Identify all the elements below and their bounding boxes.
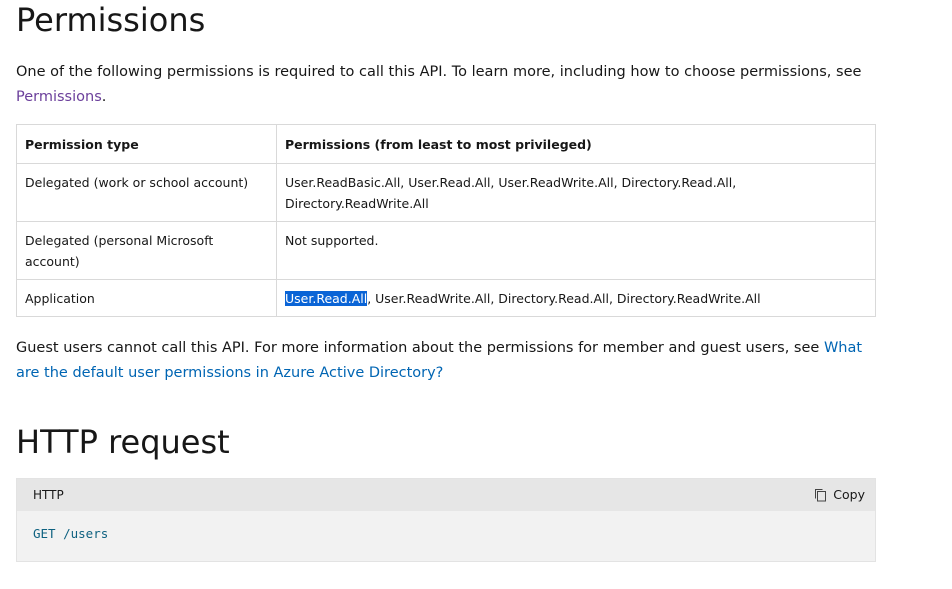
copy-label: Copy [833,487,865,502]
guest-note: Guest users cannot call this API. For mo… [16,336,876,386]
code-language: HTTP [33,488,64,502]
table-row: Application User.Read.All, User.ReadWrit… [16,279,876,317]
intro-end: . [101,89,107,105]
code-block: HTTP Copy GET /users [16,478,876,562]
row-permissions: User.Read.All, User.ReadWrite.All, Direc… [276,279,876,317]
code-header: HTTP Copy [17,479,875,511]
selected-text[interactable]: User.Read.All [285,291,368,306]
code-text[interactable]: GET /users [33,526,108,541]
intro-text: One of the following permissions is requ… [16,64,862,80]
copy-button[interactable]: Copy [814,487,865,502]
permissions-link[interactable]: Permissions [16,89,102,105]
row-type: Application [16,279,277,317]
row-permissions: Not supported. [276,221,876,280]
table-row: Delegated (personal Microsoft account) N… [16,221,876,280]
row-permissions: User.ReadBasic.All, User.Read.All, User.… [276,163,876,222]
row-type: Delegated (personal Microsoft account) [16,221,277,280]
table-header-row: Permission type Permissions (from least … [16,124,876,164]
permissions-table: Permission type Permissions (from least … [16,124,876,317]
header-permission-type: Permission type [16,124,277,164]
copy-icon [814,488,827,502]
permissions-intro: One of the following permissions is requ… [16,60,876,110]
row-type: Delegated (work or school account) [16,163,277,222]
table-row: Delegated (work or school account) User.… [16,163,876,222]
permissions-heading: Permissions [16,1,206,39]
http-request-heading: HTTP request [16,423,230,461]
guest-note-text: Guest users cannot call this API. For mo… [16,340,824,356]
row-permissions-rest: , User.ReadWrite.All, Directory.Read.All… [367,291,761,306]
header-permissions: Permissions (from least to most privileg… [276,124,876,164]
